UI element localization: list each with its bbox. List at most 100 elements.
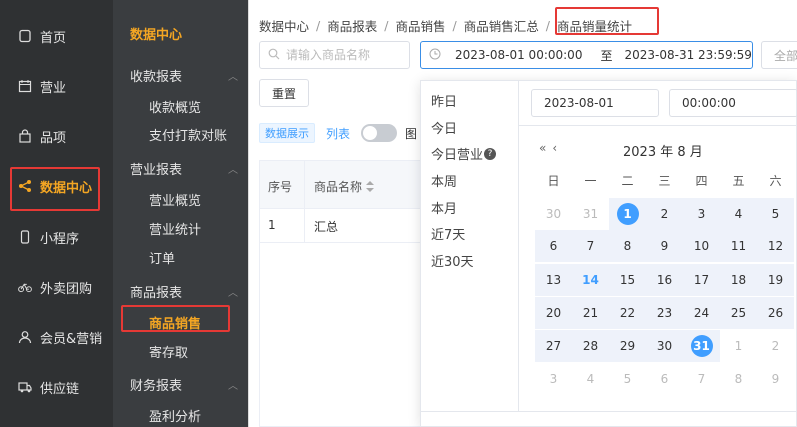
search-input[interactable]	[286, 48, 401, 62]
all-filter-select[interactable]: 全部	[761, 41, 797, 69]
start-date-input[interactable]: 2023-08-01	[531, 89, 659, 117]
group-collection-reports[interactable]: 收款报表 ︿	[130, 66, 238, 85]
sub-item-business-overview[interactable]: 营业概览	[149, 190, 201, 209]
calendar-day[interactable]: 19	[757, 264, 794, 296]
calendar-day[interactable]: 12	[757, 230, 794, 262]
cell-name: 汇总	[314, 220, 339, 234]
nav-item-delivery[interactable]: 外卖团购	[0, 262, 113, 312]
calendar-day[interactable]: 18	[720, 264, 757, 296]
nav-item-supply-chain[interactable]: 供应链	[0, 362, 113, 412]
calendar-day[interactable]: 3	[683, 198, 720, 230]
calendar-day[interactable]: 4	[720, 198, 757, 230]
product-search[interactable]	[259, 41, 410, 69]
shortcut-this-month[interactable]: 本月	[431, 198, 457, 217]
sub-item-business-stats[interactable]: 营业统计	[149, 219, 201, 238]
breadcrumb-item[interactable]: 商品报表	[327, 16, 377, 35]
calendar-day[interactable]: 16	[646, 264, 683, 296]
prev-year-icon[interactable]: «	[539, 141, 552, 155]
breadcrumb-item[interactable]: 商品销售	[395, 16, 445, 35]
nav-item-business[interactable]: 营业	[0, 61, 113, 111]
calendar-day[interactable]: 9	[646, 230, 683, 262]
nav-item-miniprogram[interactable]: 小程序	[0, 212, 113, 262]
sort-icon[interactable]	[366, 181, 375, 192]
sub-item-payment-reconcile[interactable]: 支付打款对账	[149, 125, 227, 144]
calendar-day-other-month[interactable]: 1	[720, 330, 757, 362]
column-header-index: 序号	[268, 180, 293, 194]
calendar-day-today[interactable]: 14	[572, 264, 609, 296]
shortcut-last-7-days[interactable]: 近7天	[431, 224, 465, 243]
prev-month-icon[interactable]: ‹	[552, 141, 563, 155]
calendar-day[interactable]: 2	[646, 198, 683, 230]
calendar-day[interactable]: 29	[609, 330, 646, 362]
range-end[interactable]: 2023-08-31 23:59:59	[624, 48, 751, 62]
weekday-label: 六	[769, 174, 782, 188]
start-time-input[interactable]: 00:00:00	[669, 89, 797, 117]
weekday-label: 五	[732, 174, 745, 188]
switch-knob	[363, 126, 377, 140]
bag-icon	[18, 129, 32, 143]
calendar-day-range-start[interactable]: 1	[609, 198, 646, 230]
calendar-day[interactable]: 22	[609, 297, 646, 329]
calendar-day[interactable]: 5	[757, 198, 794, 230]
calendar-day-other-month[interactable]: 30	[535, 198, 572, 230]
calendar-day-other-month[interactable]: 5	[609, 363, 646, 395]
breadcrumb-item[interactable]: 商品销售汇总	[464, 16, 539, 35]
date-range-picker: 昨日 今日 今日营业? 本周 本月 近7天 近30天 2023-08-01 00…	[420, 80, 797, 427]
group-product-reports[interactable]: 商品报表 ︿	[130, 282, 238, 301]
calendar-day-range-end[interactable]: 31	[683, 330, 720, 362]
table-row[interactable]: 1 汇总	[260, 209, 422, 243]
date-range-input[interactable]: 2023-08-01 00:00:00 至 2023-08-31 23:59:5…	[420, 41, 753, 69]
calendar-day-other-month[interactable]: 6	[646, 363, 683, 395]
shortcut-last-30-days[interactable]: 近30天	[431, 251, 474, 270]
group-business-reports[interactable]: 营业报表 ︿	[130, 159, 238, 178]
calendar-day-other-month[interactable]: 7	[683, 363, 720, 395]
group-finance-reports[interactable]: 财务报表 ︿	[130, 375, 238, 394]
help-icon[interactable]: ?	[484, 147, 497, 160]
calendar-day[interactable]: 7	[572, 230, 609, 262]
reset-button[interactable]: 重置	[259, 79, 309, 107]
calendar-day-other-month[interactable]: 2	[757, 330, 794, 362]
shortcut-this-week[interactable]: 本周	[431, 171, 457, 190]
calendar-day-other-month[interactable]: 8	[720, 363, 757, 395]
shortcut-yesterday[interactable]: 昨日	[431, 91, 457, 110]
calendar-day[interactable]: 23	[646, 297, 683, 329]
sub-item-orders[interactable]: 订单	[149, 248, 175, 267]
nav-item-home[interactable]: 首页	[0, 11, 113, 61]
calendar-day[interactable]: 27	[535, 330, 572, 362]
list-view-label[interactable]: 列表	[326, 125, 350, 142]
calendar-day[interactable]: 15	[609, 264, 646, 296]
calendar-day[interactable]: 28	[572, 330, 609, 362]
phone-icon	[18, 230, 32, 244]
column-header-name[interactable]: 商品名称	[314, 178, 375, 195]
calendar-day[interactable]: 30	[646, 330, 683, 362]
calendar-day[interactable]: 17	[683, 264, 720, 296]
calendar-day-other-month[interactable]: 4	[572, 363, 609, 395]
sub-item-collection-overview[interactable]: 收款概览	[149, 97, 201, 116]
calendar-day[interactable]: 13	[535, 264, 572, 296]
calendar-day[interactable]: 20	[535, 297, 572, 329]
calendar-day[interactable]: 6	[535, 230, 572, 262]
shortcut-today[interactable]: 今日	[431, 118, 457, 137]
weekday-label: 三	[658, 174, 671, 188]
calendar-day[interactable]: 26	[757, 297, 794, 329]
chart-view-label[interactable]: 图	[405, 125, 417, 142]
calendar-day[interactable]: 25	[720, 297, 757, 329]
calendar-title: 2023 年 8 月	[623, 145, 703, 160]
nav-item-products[interactable]: 品项	[0, 111, 113, 161]
calendar-day[interactable]: 21	[572, 297, 609, 329]
view-toggle-switch[interactable]	[361, 124, 397, 142]
calendar-day[interactable]: 8	[609, 230, 646, 262]
calendar-day[interactable]: 24	[683, 297, 720, 329]
range-start[interactable]: 2023-08-01 00:00:00	[455, 48, 582, 62]
nav-item-membership[interactable]: 会员&营销	[0, 312, 113, 362]
shortcut-today-business[interactable]: 今日营业?	[431, 144, 497, 163]
sub-item-profit-analysis[interactable]: 盈利分析	[149, 406, 201, 425]
sub-item-storage[interactable]: 寄存取	[149, 342, 188, 361]
breadcrumb-item[interactable]: 数据中心	[259, 16, 309, 35]
bike-icon	[18, 280, 32, 294]
calendar-day-other-month[interactable]: 9	[757, 363, 794, 395]
calendar-day[interactable]: 10	[683, 230, 720, 262]
calendar-day-other-month[interactable]: 31	[572, 198, 609, 230]
calendar-day-other-month[interactable]: 3	[535, 363, 572, 395]
calendar-day[interactable]: 11	[720, 230, 757, 262]
